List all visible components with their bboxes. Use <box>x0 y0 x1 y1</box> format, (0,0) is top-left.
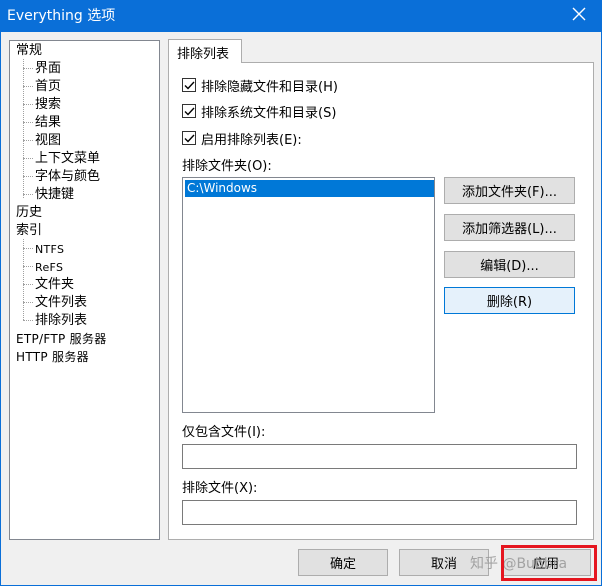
tree-item-search[interactable]: 搜索 <box>35 96 61 113</box>
add-folder-button[interactable]: 添加文件夹(F)... <box>444 177 575 204</box>
tree-connector <box>23 284 33 285</box>
title-bar: Everything 选项 <box>0 0 602 32</box>
exclude-system-label: 排除系统文件和目录(S) <box>201 105 337 121</box>
exclude-hidden-checkbox[interactable]: 排除隐藏文件和目录(H) <box>182 76 338 95</box>
tree-connector <box>23 176 33 177</box>
tree-item-file-lists[interactable]: 文件列表 <box>35 294 87 311</box>
tree-item-etp-ftp-server[interactable]: ETP/FTP 服务器 <box>16 331 107 348</box>
exclude-hidden-label: 排除隐藏文件和目录(H) <box>201 79 338 95</box>
exclude-folders-list[interactable]: C:\Windows <box>182 177 435 413</box>
window-title: Everything 选项 <box>7 8 116 24</box>
tree-connector <box>23 122 33 123</box>
close-button[interactable] <box>556 0 602 32</box>
tree-connector <box>23 320 33 321</box>
tree-connector <box>23 68 33 69</box>
watermark: 知乎 @Bubbra <box>470 556 568 572</box>
enable-exclude-list-checkbox[interactable]: 启用排除列表(E): <box>182 129 302 148</box>
tree-item-view[interactable]: 视图 <box>35 132 61 149</box>
tree-connector <box>23 158 33 159</box>
tree-item-home[interactable]: 首页 <box>35 78 61 95</box>
enable-exclude-list-label: 启用排除列表(E): <box>201 132 302 148</box>
tree-item-http-server[interactable]: HTTP 服务器 <box>16 349 89 366</box>
tree-connector <box>23 86 33 87</box>
tree-connector <box>23 239 24 320</box>
tree-item-ui[interactable]: 界面 <box>35 60 61 77</box>
check-icon <box>184 134 195 143</box>
remove-button[interactable]: 删除(R) <box>444 287 575 314</box>
tab-exclude-list[interactable]: 排除列表 <box>168 39 242 63</box>
tree-item-index[interactable]: 索引 <box>16 222 42 239</box>
tab-label: 排除列表 <box>177 47 230 62</box>
tree-item-shortcuts[interactable]: 快捷键 <box>35 186 74 203</box>
tree-connector <box>23 194 33 195</box>
list-item[interactable]: C:\Windows <box>185 180 434 197</box>
edit-button[interactable]: 编辑(D)... <box>444 251 575 278</box>
checkbox-box <box>182 78 196 92</box>
tree-item-fonts-colors[interactable]: 字体与颜色 <box>35 168 100 185</box>
tree-item-ntfs[interactable]: NTFS <box>35 241 64 258</box>
tree-connector <box>23 104 33 105</box>
checkbox-box <box>182 131 196 145</box>
tree-connector <box>23 59 24 198</box>
tree-item-context-menu[interactable]: 上下文菜单 <box>35 150 100 167</box>
exclude-system-checkbox[interactable]: 排除系统文件和目录(S) <box>182 102 337 121</box>
include-only-label: 仅包含文件(I): <box>182 425 266 440</box>
options-tree[interactable]: 常规 界面 首页 搜索 结果 视图 上下文菜单 字体与颜色 快捷键 历史 索引 … <box>9 40 160 540</box>
tree-connector <box>23 302 33 303</box>
tree-connector <box>23 140 33 141</box>
tree-connector <box>23 248 33 249</box>
tree-item-general[interactable]: 常规 <box>16 42 42 59</box>
exclude-files-input[interactable] <box>182 500 577 525</box>
checkbox-box <box>182 104 196 118</box>
exclude-folders-label: 排除文件夹(O): <box>182 159 272 174</box>
check-icon <box>184 107 195 116</box>
close-icon <box>572 7 586 25</box>
tree-connector <box>23 266 33 267</box>
exclude-files-label: 排除文件(X): <box>182 481 258 496</box>
check-icon <box>184 81 195 90</box>
add-filter-button[interactable]: 添加筛选器(L)... <box>444 214 575 241</box>
ok-button[interactable]: 确定 <box>298 549 388 576</box>
tree-item-exclude-list[interactable]: 排除列表 <box>35 312 87 329</box>
tree-item-results[interactable]: 结果 <box>35 114 61 131</box>
tree-item-history[interactable]: 历史 <box>16 204 42 221</box>
tree-item-folders[interactable]: 文件夹 <box>35 276 74 293</box>
include-only-input[interactable] <box>182 444 577 469</box>
tree-item-refs[interactable]: ReFS <box>35 259 63 276</box>
